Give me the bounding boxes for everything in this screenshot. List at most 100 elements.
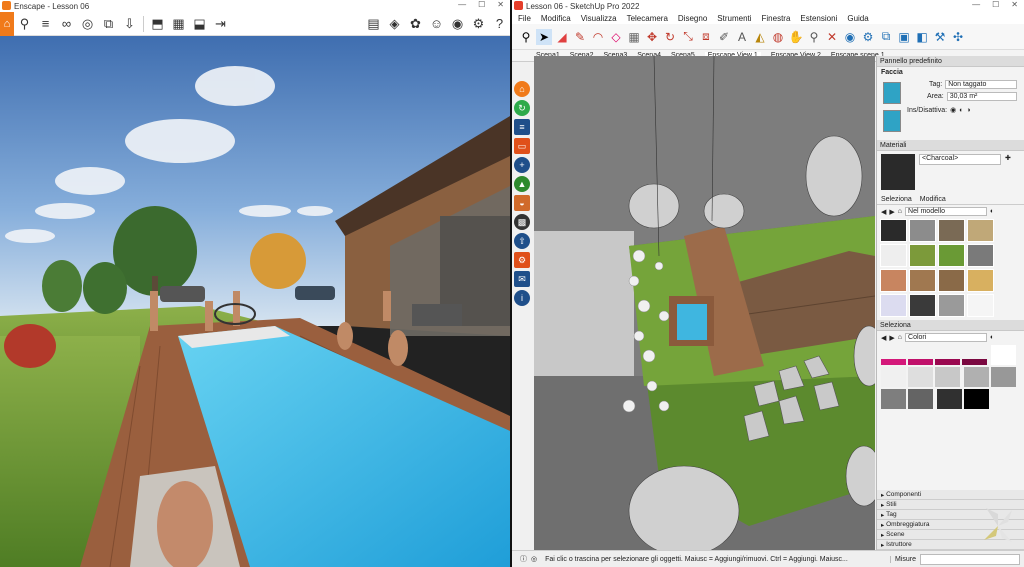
menu-telecamera[interactable]: Telecamera	[627, 14, 668, 23]
materials-header[interactable]: Materiali	[877, 140, 1024, 151]
material-swatch[interactable]	[967, 219, 994, 242]
material-swatch[interactable]	[938, 294, 965, 317]
material-swatch[interactable]	[938, 244, 965, 267]
enscape-render-viewport[interactable]	[0, 36, 510, 567]
map-icon[interactable]: ▤	[363, 14, 384, 34]
settings-icon[interactable]: ⚙	[514, 252, 530, 268]
front-material-swatch[interactable]	[883, 82, 901, 104]
create-material-icon[interactable]: ✚	[1005, 154, 1011, 162]
visibility-icon[interactable]: ◉	[950, 106, 956, 114]
solid-tools-icon[interactable]: ✣	[950, 29, 966, 45]
select-tool-icon[interactable]: ➤	[536, 28, 552, 45]
pan-icon[interactable]: ✋	[788, 29, 804, 45]
material-swatch[interactable]	[880, 294, 907, 317]
material-swatch[interactable]	[909, 269, 936, 292]
vr-headset-icon[interactable]: ☺	[426, 14, 447, 34]
mail-icon[interactable]: ✉	[514, 271, 530, 287]
export-icon[interactable]: ⇥	[210, 14, 231, 34]
info-icon[interactable]: ⓘ	[520, 554, 527, 564]
maximize-button[interactable]: ☐	[478, 0, 485, 9]
menu-file[interactable]: File	[518, 14, 531, 23]
share-model-icon[interactable]: ⧉	[878, 29, 894, 45]
material-swatch[interactable]	[967, 269, 994, 292]
maximize-button[interactable]: ☐	[992, 0, 999, 9]
add-icon[interactable]: +	[514, 157, 530, 173]
color-swatch[interactable]	[908, 367, 933, 387]
offset-icon[interactable]: ⧈	[698, 29, 714, 45]
preview-icon[interactable]: ◧	[914, 29, 930, 45]
share-icon[interactable]: ⚲	[14, 14, 35, 34]
cube-icon[interactable]: ◈	[384, 14, 405, 34]
pushpull-icon[interactable]: ▦	[626, 29, 642, 45]
color-swatch[interactable]	[936, 389, 962, 409]
orbit-icon[interactable]: ◍	[770, 29, 786, 45]
zoom-extents-icon[interactable]: ✕	[824, 29, 840, 45]
rotate-icon[interactable]: ↻	[662, 29, 678, 45]
screenshot-icon[interactable]: ⬒	[147, 14, 168, 34]
color-swatch[interactable]	[962, 359, 987, 365]
capture-icon[interactable]: ▭	[514, 138, 530, 154]
receive-shadows-icon[interactable]: ◐	[959, 107, 963, 114]
move-icon[interactable]: ✥	[644, 29, 660, 45]
home-icon[interactable]: ⌂	[898, 334, 902, 341]
back-icon[interactable]: ◀	[881, 208, 886, 216]
color-swatch[interactable]	[881, 367, 906, 387]
binoculars-icon[interactable]: ∞	[56, 14, 77, 34]
material-swatch[interactable]	[909, 294, 936, 317]
material-swatch[interactable]	[938, 219, 965, 242]
warehouse-icon[interactable]: ◉	[842, 29, 858, 45]
layout-icon[interactable]: ▣	[896, 29, 912, 45]
search-icon[interactable]: ⚲	[518, 29, 534, 45]
tab-seleziona[interactable]: Seleziona	[881, 196, 912, 203]
pencil-icon[interactable]: ✎	[572, 29, 588, 45]
material-swatch[interactable]	[967, 294, 994, 317]
material-editor-icon[interactable]: ⧉	[98, 14, 119, 34]
info-icon[interactable]: i	[514, 290, 530, 306]
menu-estensioni[interactable]: Estensioni	[800, 14, 837, 23]
back-icon[interactable]: ◀	[881, 334, 886, 342]
eraser-icon[interactable]: ◢	[554, 29, 570, 45]
library-select[interactable]: Nel modello	[905, 207, 988, 216]
minimize-button[interactable]: —	[458, 0, 466, 9]
back-material-swatch[interactable]	[883, 110, 901, 132]
menu-finestra[interactable]: Finestra	[762, 14, 791, 23]
close-button[interactable]: ✕	[1011, 0, 1018, 9]
color-swatch[interactable]	[881, 359, 906, 365]
material-swatch[interactable]	[967, 244, 994, 267]
menu-icon[interactable]: ≡	[35, 14, 56, 34]
zoom-icon[interactable]: ⚲	[806, 29, 822, 45]
color-swatch[interactable]	[908, 359, 933, 365]
color-swatch[interactable]	[963, 367, 989, 387]
plugin-icon[interactable]: ⚒	[932, 29, 948, 45]
extension-icon[interactable]: ⚙	[860, 29, 876, 45]
menu-visualizza[interactable]: Visualizza	[581, 14, 617, 23]
user-icon[interactable]: ◎	[531, 555, 537, 563]
help-icon[interactable]: ?	[489, 14, 510, 34]
sync-icon[interactable]: ↻	[514, 100, 530, 116]
home-icon[interactable]: ⌂	[898, 208, 902, 215]
material-swatch[interactable]	[880, 219, 907, 242]
view-icon[interactable]: ◉	[447, 14, 468, 34]
color-swatch[interactable]	[935, 367, 960, 387]
close-button[interactable]: ✕	[497, 0, 504, 9]
material-swatch[interactable]	[909, 244, 936, 267]
material-swatch[interactable]	[909, 219, 936, 242]
tape-measure-icon[interactable]: ✐	[716, 29, 732, 45]
color-swatch[interactable]	[990, 367, 1016, 387]
scale-icon[interactable]: ⤡	[680, 29, 696, 45]
tab-modifica[interactable]: Modifica	[920, 196, 946, 203]
details-icon[interactable]: ◐	[990, 208, 994, 215]
settings-icon[interactable]: ⚙	[468, 14, 489, 34]
color-swatch[interactable]	[990, 345, 1016, 365]
pattern-icon[interactable]: ▩	[514, 214, 530, 230]
home-icon[interactable]: ⌂	[0, 11, 14, 36]
fold-componenti[interactable]: ▸ Componenti	[877, 490, 1024, 500]
upload-icon[interactable]: ⇧	[514, 233, 530, 249]
views-icon[interactable]: ≡	[514, 119, 530, 135]
tag-select[interactable]: Non taggato	[945, 80, 1018, 89]
color-swatch[interactable]	[935, 359, 960, 365]
minimize-button[interactable]: —	[972, 0, 980, 9]
material-swatch[interactable]	[880, 244, 907, 267]
color-swatch[interactable]	[881, 389, 906, 409]
menu-strumenti[interactable]: Strumenti	[717, 14, 751, 23]
